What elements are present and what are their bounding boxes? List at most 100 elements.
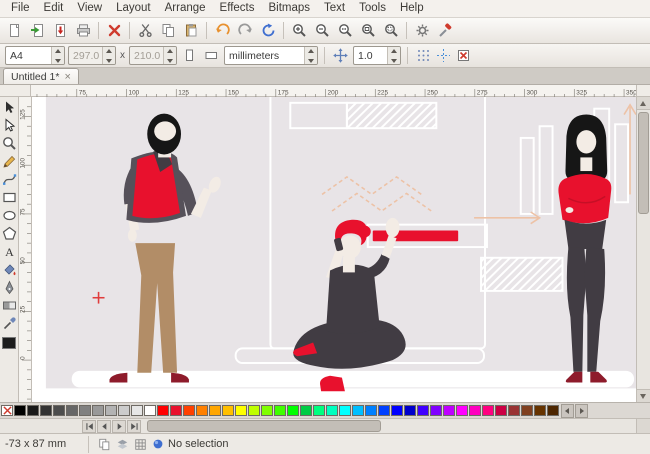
color-swatch[interactable] bbox=[105, 405, 117, 416]
color-swatch[interactable] bbox=[287, 405, 299, 416]
eyedropper-tool-button[interactable] bbox=[1, 315, 18, 332]
tab-untitled[interactable]: Untitled 1* × bbox=[3, 68, 79, 84]
layers-status-button[interactable] bbox=[114, 436, 130, 452]
ellipse-tool-button[interactable] bbox=[1, 207, 18, 224]
snap-to-guides-button[interactable] bbox=[434, 46, 453, 65]
zoom-in-button[interactable] bbox=[288, 20, 310, 41]
print-button[interactable] bbox=[72, 20, 94, 41]
color-swatch[interactable] bbox=[443, 405, 455, 416]
color-swatch[interactable] bbox=[40, 405, 52, 416]
vertical-scroll-track[interactable] bbox=[637, 110, 650, 389]
color-swatch[interactable] bbox=[196, 405, 208, 416]
close-document-button[interactable] bbox=[103, 20, 125, 41]
color-swatch[interactable] bbox=[92, 405, 104, 416]
color-swatch[interactable] bbox=[144, 405, 156, 416]
nudge-spinner[interactable] bbox=[387, 47, 400, 64]
color-swatch[interactable] bbox=[235, 405, 247, 416]
prev-page-button[interactable] bbox=[97, 419, 111, 433]
last-page-button[interactable] bbox=[127, 419, 141, 433]
color-swatch[interactable] bbox=[300, 405, 312, 416]
pages-status-button[interactable] bbox=[96, 436, 112, 452]
horizontal-scroll-thumb[interactable] bbox=[146, 420, 382, 432]
color-swatch[interactable] bbox=[27, 405, 39, 416]
nudge-button[interactable] bbox=[331, 46, 350, 65]
refresh-button[interactable] bbox=[257, 20, 279, 41]
color-swatch[interactable] bbox=[495, 405, 507, 416]
page-height-spin[interactable]: 210.0 bbox=[129, 46, 177, 65]
redo-button[interactable] bbox=[234, 20, 256, 41]
vertical-scrollbar[interactable] bbox=[636, 97, 650, 402]
ruler-origin-button[interactable] bbox=[0, 85, 31, 96]
snap-to-grid-button[interactable] bbox=[414, 46, 433, 65]
color-swatch[interactable] bbox=[456, 405, 468, 416]
polygon-tool-button[interactable] bbox=[1, 225, 18, 242]
menu-tools[interactable]: Tools bbox=[352, 0, 393, 17]
landscape-button[interactable] bbox=[202, 46, 221, 65]
color-swatch[interactable] bbox=[417, 405, 429, 416]
scroll-up-button[interactable] bbox=[637, 97, 650, 110]
canvas[interactable] bbox=[32, 97, 636, 402]
rectangle-tool-button[interactable] bbox=[1, 189, 18, 206]
menu-bitmaps[interactable]: Bitmaps bbox=[261, 0, 317, 17]
color-swatch[interactable] bbox=[508, 405, 520, 416]
palette-scroll-right-button[interactable] bbox=[575, 403, 588, 418]
color-swatch[interactable] bbox=[53, 405, 65, 416]
color-swatch[interactable] bbox=[534, 405, 546, 416]
copy-button[interactable] bbox=[157, 20, 179, 41]
zoom-out-button[interactable] bbox=[311, 20, 333, 41]
color-swatch[interactable] bbox=[313, 405, 325, 416]
menu-file[interactable]: File bbox=[4, 0, 37, 17]
color-swatch[interactable] bbox=[209, 405, 221, 416]
page-width-spinner[interactable] bbox=[102, 47, 115, 64]
save-document-button[interactable] bbox=[49, 20, 71, 41]
color-swatch[interactable] bbox=[339, 405, 351, 416]
menu-help[interactable]: Help bbox=[393, 0, 431, 17]
page-format-spinner[interactable] bbox=[51, 47, 64, 64]
color-swatch[interactable] bbox=[79, 405, 91, 416]
close-tab-icon[interactable]: × bbox=[64, 71, 70, 82]
color-swatch[interactable] bbox=[430, 405, 442, 416]
new-document-button[interactable] bbox=[3, 20, 25, 41]
color-swatch[interactable] bbox=[66, 405, 78, 416]
current-color-indicator[interactable] bbox=[2, 337, 16, 349]
color-swatch[interactable] bbox=[404, 405, 416, 416]
zoom-page-button[interactable] bbox=[357, 20, 379, 41]
menu-edit[interactable]: Edit bbox=[37, 0, 71, 17]
palette-scroll-left-button[interactable] bbox=[561, 403, 574, 418]
color-swatch[interactable] bbox=[352, 405, 364, 416]
no-fill-swatch[interactable] bbox=[1, 405, 13, 416]
color-swatch[interactable] bbox=[274, 405, 286, 416]
preferences-button[interactable] bbox=[411, 20, 433, 41]
shape-editor-tool-button[interactable] bbox=[1, 117, 18, 134]
color-swatch[interactable] bbox=[118, 405, 130, 416]
color-swatch[interactable] bbox=[261, 405, 273, 416]
next-page-button[interactable] bbox=[112, 419, 126, 433]
color-swatch[interactable] bbox=[170, 405, 182, 416]
menu-effects[interactable]: Effects bbox=[213, 0, 262, 17]
color-swatch[interactable] bbox=[365, 405, 377, 416]
vertical-ruler[interactable]: 125 100 75 50 25 0 bbox=[19, 97, 32, 402]
units-combo[interactable]: millimeters bbox=[224, 46, 318, 65]
toolbox-button[interactable] bbox=[434, 20, 456, 41]
zoom-area-button[interactable] bbox=[380, 20, 402, 41]
menu-text[interactable]: Text bbox=[317, 0, 352, 17]
color-swatch[interactable] bbox=[521, 405, 533, 416]
zoom-tool-tool-button[interactable] bbox=[1, 135, 18, 152]
color-swatch[interactable] bbox=[222, 405, 234, 416]
freehand-tool-button[interactable] bbox=[1, 153, 18, 170]
page-format-combo[interactable]: A4 bbox=[5, 46, 65, 65]
color-swatch[interactable] bbox=[248, 405, 260, 416]
bezier-tool-button[interactable] bbox=[1, 171, 18, 188]
open-document-button[interactable] bbox=[26, 20, 48, 41]
color-swatch[interactable] bbox=[378, 405, 390, 416]
undo-button[interactable] bbox=[211, 20, 233, 41]
scroll-down-button[interactable] bbox=[637, 389, 650, 402]
first-page-button[interactable] bbox=[82, 419, 96, 433]
color-swatch[interactable] bbox=[157, 405, 169, 416]
color-swatch[interactable] bbox=[326, 405, 338, 416]
gradient-tool-button[interactable] bbox=[1, 297, 18, 314]
portrait-button[interactable] bbox=[180, 46, 199, 65]
color-swatch[interactable] bbox=[391, 405, 403, 416]
color-swatch[interactable] bbox=[482, 405, 494, 416]
horizontal-ruler[interactable]: 75 100 125 150 175 200 225 250 275 300 325 350 bbox=[31, 85, 637, 98]
